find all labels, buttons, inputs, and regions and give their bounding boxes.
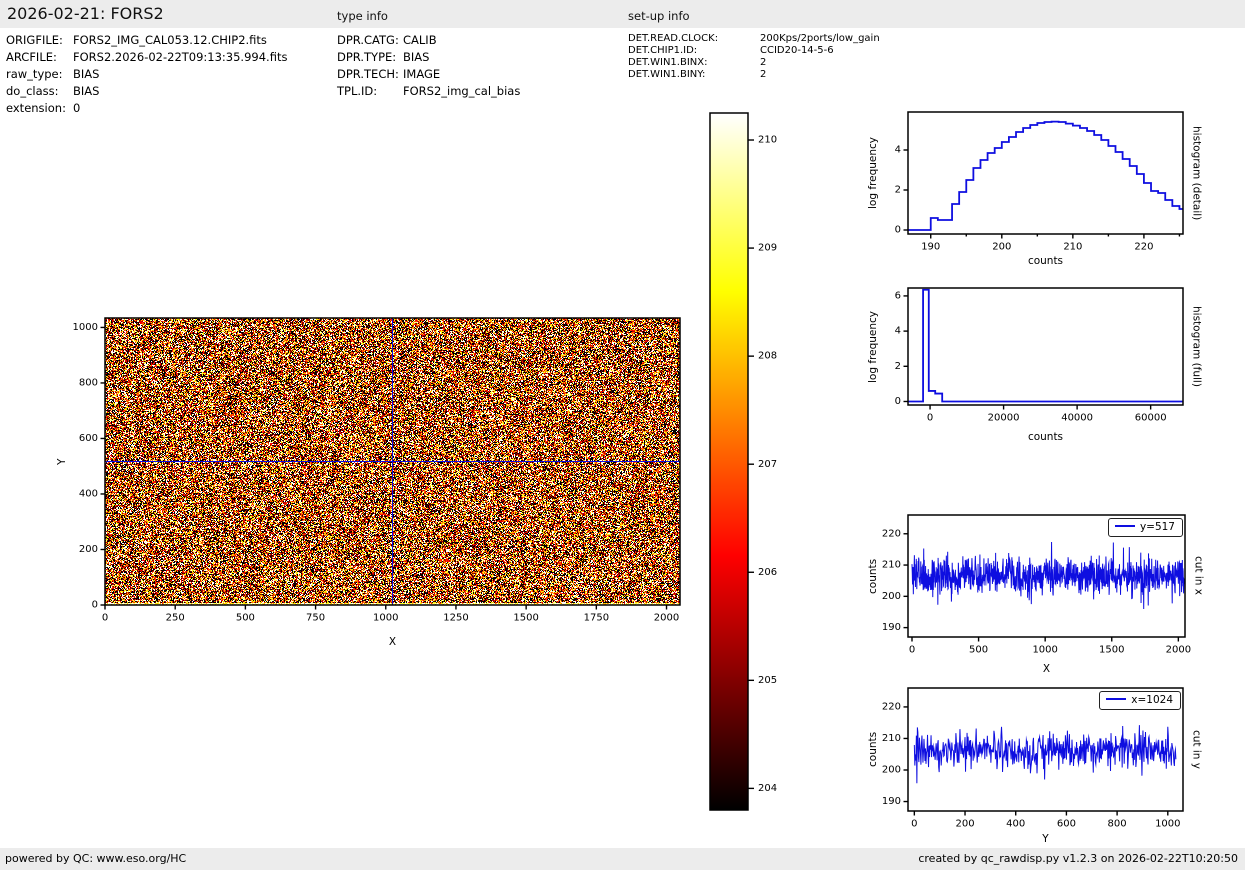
info-label: extension: bbox=[6, 101, 66, 115]
info-label: DET.WIN1.BINY: bbox=[628, 69, 706, 80]
type-info-heading: type info bbox=[337, 9, 388, 23]
info-value: 2 bbox=[760, 57, 767, 68]
type-info-block: DPR.CATG: CALIB DPR.TYPE: BIAS DPR.TECH: IM… bbox=[337, 32, 520, 100]
info-row: DET.READ.CLOCK: 200Kps/2ports/low_gain bbox=[628, 33, 880, 45]
right-axis-label: histogram (full) bbox=[1190, 306, 1203, 387]
info-row: DET.WIN1.BINX: 2 bbox=[628, 57, 880, 69]
info-label: ORIGFILE: bbox=[6, 33, 63, 47]
histogram-full-canvas bbox=[860, 278, 1245, 453]
x-axis-label: counts bbox=[1027, 255, 1064, 267]
info-value: BIAS bbox=[73, 84, 100, 98]
x-axis-label: X bbox=[1042, 663, 1051, 675]
info-row: DET.WIN1.BINY: 2 bbox=[628, 69, 880, 81]
info-value: 0 bbox=[73, 101, 81, 115]
info-label: DPR.TYPE: bbox=[337, 50, 397, 64]
info-label: do_class: bbox=[6, 84, 59, 98]
file-info-block: ORIGFILE: FORS2_IMG_CAL053.12.CHIP2.fits … bbox=[6, 32, 287, 117]
info-value: FORS2.2026-02-22T09:13:35.994.fits bbox=[73, 50, 288, 64]
info-value: CCID20-14-5-6 bbox=[760, 45, 834, 56]
legend-line-swatch bbox=[1114, 525, 1135, 527]
info-label: DPR.TECH: bbox=[337, 67, 399, 81]
right-axis-label: cut in x bbox=[1192, 556, 1205, 596]
cut-in-y-plot: counts cut in y Y x=1024 bbox=[860, 676, 1245, 848]
info-row: TPL.ID: FORS2_img_cal_bias bbox=[337, 83, 520, 100]
histogram-detail-plot: log frequency histogram (detail) counts bbox=[860, 100, 1245, 278]
info-value: FORS2_IMG_CAL053.12.CHIP2.fits bbox=[73, 33, 267, 47]
info-label: ARCFILE: bbox=[6, 50, 57, 64]
info-row: DPR.CATG: CALIB bbox=[337, 32, 520, 49]
footer-left-text: powered by QC: www.eso.org/HC bbox=[5, 852, 187, 865]
info-row: DET.CHIP1.ID: CCID20-14-5-6 bbox=[628, 45, 880, 57]
info-row: ORIGFILE: FORS2_IMG_CAL053.12.CHIP2.fits bbox=[6, 32, 287, 49]
info-value: FORS2_img_cal_bias bbox=[403, 84, 521, 98]
info-value: IMAGE bbox=[403, 67, 441, 81]
cut-in-x-canvas bbox=[860, 505, 1245, 676]
histogram-detail-canvas bbox=[860, 100, 1245, 278]
info-row: ARCFILE: FORS2.2026-02-22T09:13:35.994.fi… bbox=[6, 49, 287, 66]
info-row: extension: 0 bbox=[6, 100, 287, 117]
footer-right-text: created by qc_rawdisp.py v1.2.3 on 2026-… bbox=[918, 852, 1238, 865]
info-row: DPR.TYPE: BIAS bbox=[337, 49, 520, 66]
info-label: raw_type: bbox=[6, 67, 63, 81]
report-title: 2026-02-21: FORS2 bbox=[7, 4, 164, 23]
cut-y-legend: x=1024 bbox=[1099, 691, 1181, 710]
header-bar bbox=[0, 0, 1245, 28]
x-axis-label: counts bbox=[1027, 431, 1064, 443]
setup-info-block: DET.READ.CLOCK: 200Kps/2ports/low_gain DE… bbox=[628, 33, 880, 81]
info-row: DPR.TECH: IMAGE bbox=[337, 66, 520, 83]
info-value: BIAS bbox=[73, 67, 100, 81]
info-label: DET.WIN1.BINX: bbox=[628, 57, 708, 68]
legend-line-swatch bbox=[1106, 698, 1127, 700]
y-axis-label: counts bbox=[867, 558, 879, 594]
histogram-full-plot: log frequency histogram (full) counts bbox=[860, 278, 1245, 453]
info-value: 200Kps/2ports/low_gain bbox=[760, 33, 880, 44]
qc-report-page: 2026-02-21: FORS2 type info set-up info … bbox=[0, 0, 1245, 870]
info-row: raw_type: BIAS bbox=[6, 66, 287, 83]
info-value: 2 bbox=[760, 69, 767, 80]
right-axis-label: cut in y bbox=[1190, 729, 1203, 769]
right-axis-label: histogram (detail) bbox=[1190, 125, 1203, 221]
y-axis-label: log frequency bbox=[867, 137, 879, 210]
colorbar bbox=[700, 105, 815, 820]
setup-info-heading: set-up info bbox=[628, 9, 690, 23]
x-axis-label: X bbox=[388, 636, 397, 648]
x-axis-label: Y bbox=[1042, 833, 1049, 845]
cut-x-legend: y=517 bbox=[1107, 518, 1183, 537]
info-label: DET.READ.CLOCK: bbox=[628, 33, 719, 44]
legend-label: x=1024 bbox=[1131, 694, 1173, 706]
info-label: DPR.CATG: bbox=[337, 33, 399, 47]
info-value: BIAS bbox=[403, 50, 430, 64]
cut-in-x-plot: counts cut in x X y=517 bbox=[860, 505, 1245, 676]
bias-image-canvas bbox=[55, 300, 705, 652]
y-axis-label: log frequency bbox=[867, 310, 879, 383]
y-axis-label: Y bbox=[56, 458, 68, 465]
info-row: do_class: BIAS bbox=[6, 83, 287, 100]
info-label: TPL.ID: bbox=[337, 84, 378, 98]
colorbar-canvas bbox=[700, 105, 815, 820]
legend-label: y=517 bbox=[1139, 521, 1175, 533]
bias-image-plot: Y X bbox=[55, 300, 705, 652]
y-axis-label: counts bbox=[867, 731, 879, 768]
cut-in-y-canvas bbox=[860, 676, 1245, 848]
info-label: DET.CHIP1.ID: bbox=[628, 45, 698, 56]
info-value: CALIB bbox=[403, 33, 437, 47]
